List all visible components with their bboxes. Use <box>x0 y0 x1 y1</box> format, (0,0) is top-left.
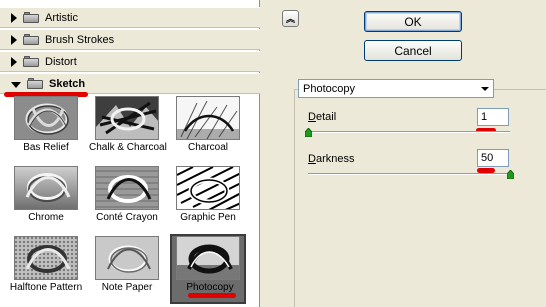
filter-thumb-label: Charcoal <box>187 142 229 153</box>
detail-slider-thumb[interactable] <box>304 128 312 137</box>
darkness-label: Darkness <box>308 153 354 165</box>
filter-select[interactable]: Photocopy <box>298 79 494 98</box>
filter-preview-image <box>95 236 159 280</box>
cancel-button[interactable]: Cancel <box>364 40 462 61</box>
accel-key: D <box>308 153 316 165</box>
filter-thumb-chalk-charcoal[interactable]: Chalk & Charcoal <box>89 94 167 164</box>
filter-settings-pane: ︽ OK Cancel Photocopy Detail 1 Darkness … <box>261 0 546 307</box>
expand-triangle-icon[interactable] <box>11 56 17 67</box>
category-label: Brush Strokes <box>45 33 115 46</box>
accel-key: D <box>308 111 316 123</box>
filter-thumb-bas-relief[interactable]: Bas Relief <box>8 94 84 164</box>
filter-preview-image <box>14 96 78 140</box>
filter-select-value: Photocopy <box>303 82 355 95</box>
filter-thumb-label: Note Paper <box>101 282 153 293</box>
filter-thumb-label: Photocopy <box>186 282 234 293</box>
filter-thumb-graphic-pen[interactable]: Graphic Pen <box>170 164 246 234</box>
category-label: Sketch <box>49 77 86 90</box>
detail-slider-track[interactable] <box>308 131 510 133</box>
filter-thumb-label: Conté Crayon <box>96 212 158 223</box>
darkness-label-text: arkness <box>315 153 355 165</box>
darkness-slider-thumb[interactable] <box>506 170 514 179</box>
filter-preview-image <box>95 96 159 140</box>
detail-label-text: etail <box>315 111 337 123</box>
folder-icon <box>23 12 39 23</box>
collapse-chevron-icon[interactable]: ︽ <box>282 10 299 27</box>
expand-triangle-icon[interactable] <box>11 12 17 23</box>
category-artistic[interactable]: Artistic <box>0 7 260 28</box>
detail-label: Detail <box>308 111 336 123</box>
detail-input[interactable]: 1 <box>477 108 509 126</box>
filter-thumb-label: Chrome <box>28 212 64 223</box>
category-sketch[interactable]: Sketch <box>0 73 260 94</box>
folder-icon <box>23 56 39 67</box>
filter-preview-image <box>95 166 159 210</box>
expand-triangle-icon[interactable] <box>11 34 17 45</box>
category-brush-strokes[interactable]: Brush Strokes <box>0 29 260 50</box>
filter-thumb-halftone-pattern[interactable]: Halftone Pattern <box>8 234 84 304</box>
filter-thumb-chrome[interactable]: Chrome <box>8 164 84 234</box>
darkness-slider-track[interactable] <box>308 173 510 175</box>
filter-thumb-charcoal[interactable]: Charcoal <box>170 94 246 164</box>
filter-preview-image <box>14 166 78 210</box>
darkness-input[interactable]: 50 <box>477 149 509 167</box>
collapse-triangle-icon[interactable] <box>11 81 21 88</box>
ok-button[interactable]: OK <box>364 11 462 32</box>
category-distort[interactable]: Distort <box>0 51 260 72</box>
filter-thumb-label: Chalk & Charcoal <box>89 142 167 153</box>
filter-thumb-note-paper[interactable]: Note Paper <box>89 234 165 304</box>
filter-preview-image <box>176 166 240 210</box>
filter-preview-image <box>176 236 240 280</box>
annotation-underline <box>188 293 236 298</box>
filter-thumb-label: Halftone Pattern <box>9 282 83 293</box>
category-label: Artistic <box>45 11 78 24</box>
dropdown-arrow-icon[interactable] <box>477 81 492 96</box>
folder-icon <box>23 34 39 45</box>
filter-gallery-pane: Artistic Brush Strokes Distort Sketch Ba… <box>0 0 260 307</box>
folder-icon <box>27 78 43 89</box>
filter-thumb-conte-crayon[interactable]: Conté Crayon <box>89 164 165 234</box>
filter-thumb-label: Bas Relief <box>23 142 69 153</box>
filter-preview-image <box>176 96 240 140</box>
filter-thumb-label: Graphic Pen <box>180 212 236 223</box>
category-label: Distort <box>45 55 77 68</box>
filter-preview-image <box>14 236 78 280</box>
